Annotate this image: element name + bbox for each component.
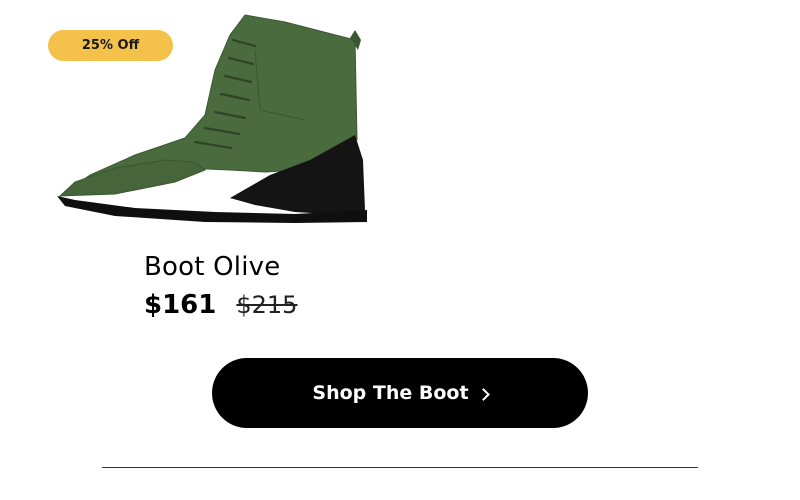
product-name[interactable]: Boot Olive (144, 252, 280, 282)
price-row: $161 $215 (144, 290, 297, 320)
divider (102, 467, 698, 468)
chevron-right-icon (476, 387, 490, 401)
original-price: $215 (236, 291, 298, 319)
shop-button-label: Shop The Boot (312, 382, 469, 404)
sale-price: $161 (144, 290, 217, 320)
discount-badge: 25% Off (48, 30, 173, 61)
discount-badge-label: 25% Off (81, 38, 140, 53)
shop-the-boot-button[interactable]: Shop The Boot (212, 358, 588, 428)
